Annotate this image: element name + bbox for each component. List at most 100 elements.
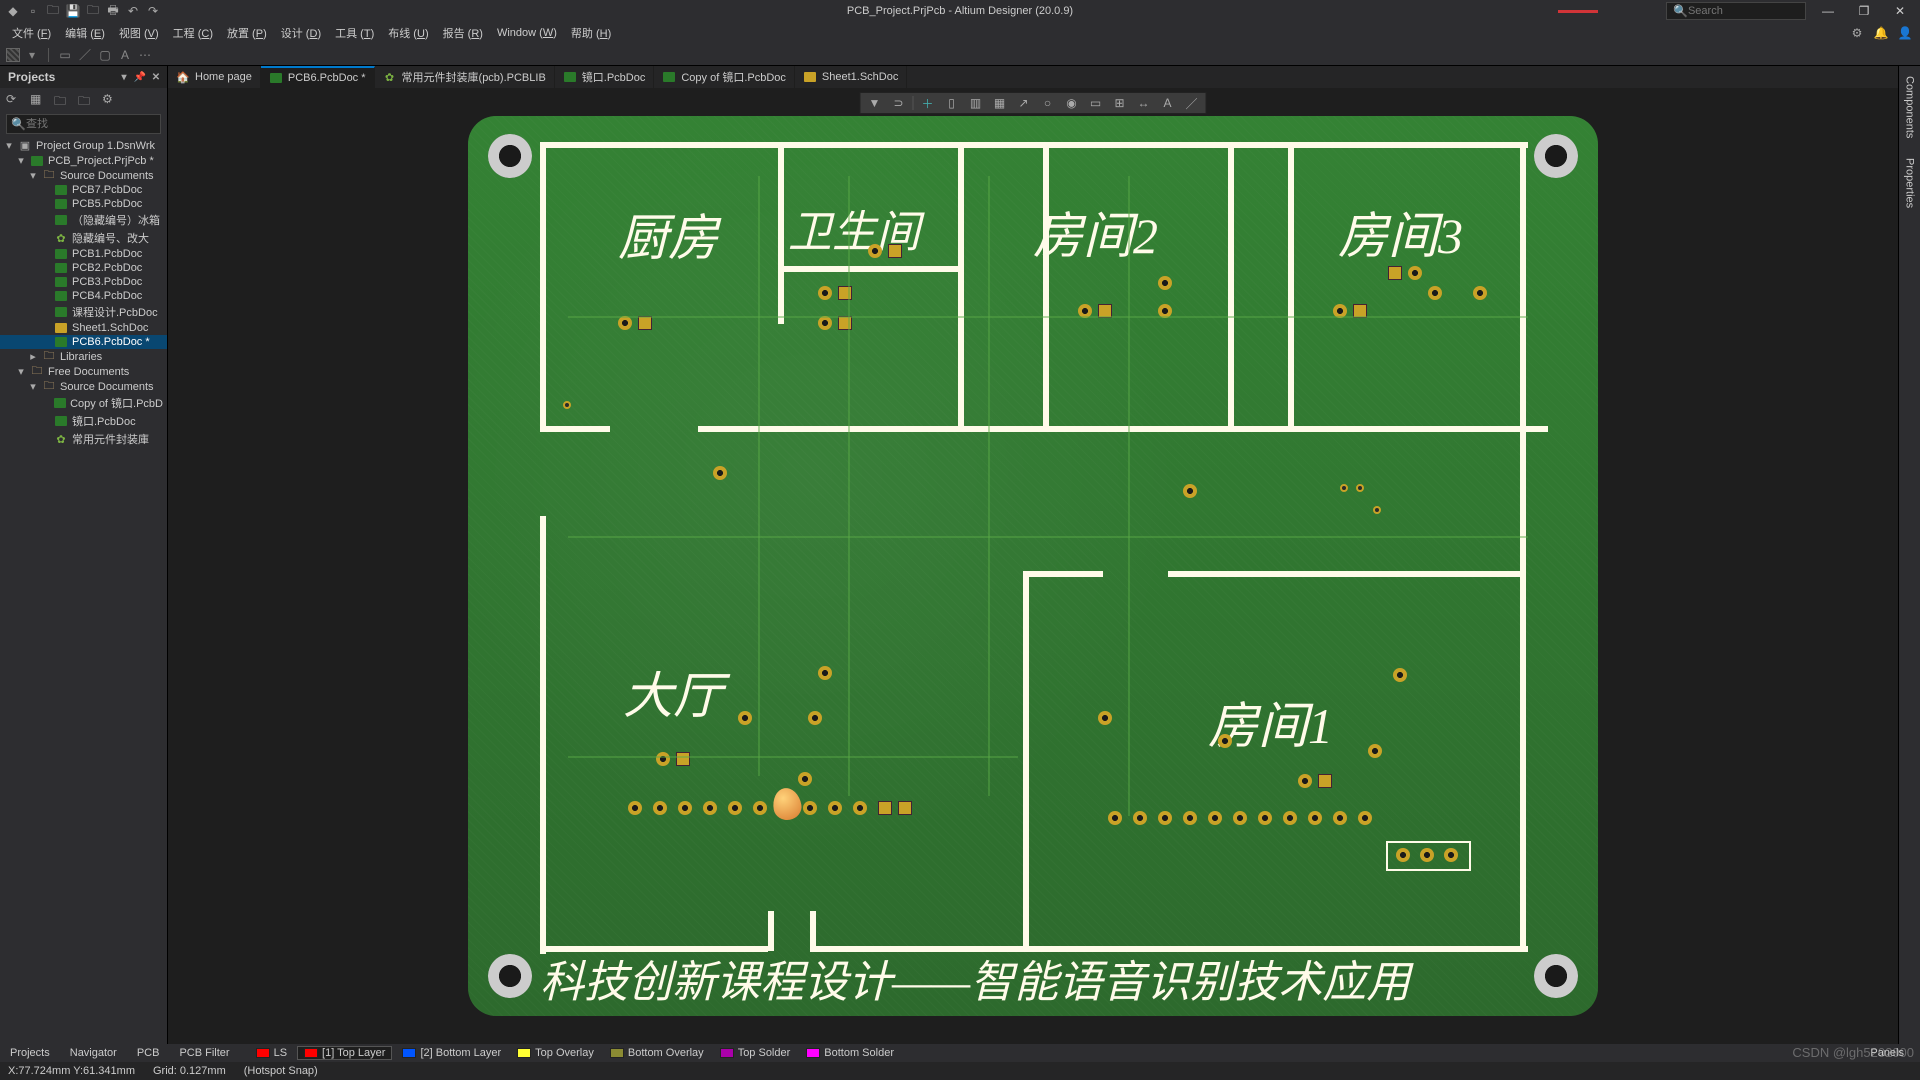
tree-row[interactable]: PCB4.PcbDoc <box>0 289 167 303</box>
menu-design[interactable]: 设计 (D) <box>275 23 327 43</box>
notification-icon[interactable]: 🔔 <box>1874 26 1888 40</box>
tree-row[interactable]: （隐藏编号）冰箱 <box>0 211 167 229</box>
pad-icon[interactable]: ◉ <box>1062 94 1082 112</box>
layer-tab-top[interactable]: [1] Top Layer <box>297 1046 392 1060</box>
menu-file[interactable]: 文件 (F) <box>6 23 57 43</box>
align-v-icon[interactable]: ▥ <box>966 94 986 112</box>
route-icon[interactable]: ↗ <box>1014 94 1034 112</box>
tree-row[interactable]: Copy of 镜口.PcbD <box>0 394 167 412</box>
plus-icon[interactable]: ＋ <box>918 94 938 112</box>
doc-tab[interactable]: 🏠Home page <box>168 66 261 88</box>
projects-tree[interactable]: ▾▣Project Group 1.DsnWrk▾PCB_Project.Prj… <box>0 136 167 1044</box>
settings-icon[interactable]: ⚙ <box>1850 26 1864 40</box>
dropdown-icon[interactable]: ▾ <box>24 47 40 63</box>
layer-tab-bottomoverlay[interactable]: Bottom Overlay <box>604 1047 710 1059</box>
pcb-canvas[interactable]: ▼ ⊃ ＋ ▯ ▥ ▦ ↗ ○ ◉ ▭ ⊞ ↔ A ／ <box>168 88 1898 1044</box>
layer-tab-LS[interactable]: LS <box>250 1047 293 1059</box>
grid-icon[interactable]: ▦ <box>990 94 1010 112</box>
tree-row[interactable]: ▸🗀Libraries <box>0 349 167 364</box>
align-h-icon[interactable]: ▯ <box>942 94 962 112</box>
tool-rect-icon[interactable]: ▢ <box>97 47 113 63</box>
tab-components[interactable]: Components <box>1901 66 1919 148</box>
tree-row[interactable]: ▾PCB_Project.PrjPcb * <box>0 153 167 168</box>
tool-line-icon[interactable]: ／ <box>77 47 93 63</box>
gear-icon[interactable]: ⚙ <box>102 92 118 108</box>
open2-icon[interactable]: 🗀 <box>86 4 100 18</box>
undo-icon[interactable]: ↶ <box>126 4 140 18</box>
panel-close-icon[interactable]: ✕ <box>149 70 163 84</box>
menu-edit[interactable]: 编辑 (E) <box>59 23 111 43</box>
btab-pcbfilter[interactable]: PCB Filter <box>169 1045 239 1061</box>
panel-pin-icon[interactable]: 📌 <box>133 70 147 84</box>
notification-indicator[interactable] <box>1558 10 1598 13</box>
btab-projects[interactable]: Projects <box>0 1045 60 1061</box>
projects-search-input[interactable] <box>26 118 156 130</box>
folder2-icon[interactable]: 🗀 <box>78 92 94 108</box>
layer-tab-topoverlay[interactable]: Top Overlay <box>511 1047 600 1059</box>
menu-report[interactable]: 报告 (R) <box>437 23 489 43</box>
open-icon[interactable]: 🗀 <box>46 4 60 18</box>
tree-row[interactable]: PCB2.PcbDoc <box>0 261 167 275</box>
btab-pcb[interactable]: PCB <box>127 1045 170 1061</box>
tree-row[interactable]: PCB7.PcbDoc <box>0 183 167 197</box>
tool-text-icon[interactable]: A <box>117 47 133 63</box>
doc-tab[interactable]: PCB6.PcbDoc * <box>261 66 375 88</box>
comp-icon[interactable]: ▭ <box>1086 94 1106 112</box>
tool-select-icon[interactable]: ▭ <box>57 47 73 63</box>
user-icon[interactable]: 👤 <box>1898 26 1912 40</box>
tree-row[interactable]: PCB3.PcbDoc <box>0 275 167 289</box>
tree-row[interactable]: Sheet1.SchDoc <box>0 321 167 335</box>
tree-row[interactable]: ▾🗀Source Documents <box>0 168 167 183</box>
pcb-board[interactable]: 厨房 卫生间 房间2 房间3 大厅 房间1 科技创新课程设计——智能语音识别技术… <box>468 116 1598 1016</box>
menu-route[interactable]: 布线 (U) <box>382 23 434 43</box>
doc-tab[interactable]: 镜口.PcbDoc <box>555 66 655 88</box>
tree-row[interactable]: ▾▣Project Group 1.DsnWrk <box>0 138 167 153</box>
menu-place[interactable]: 放置 (P) <box>221 23 273 43</box>
tree-row[interactable]: ▾🗀Source Documents <box>0 379 167 394</box>
panel-menu-icon[interactable]: ▾ <box>117 70 131 84</box>
layer-swatch-icon[interactable] <box>6 48 20 62</box>
print-icon[interactable]: 🖶 <box>106 4 120 18</box>
doc-tab[interactable]: ✿常用元件封装庫(pcb).PCBLIB <box>375 66 555 88</box>
dim-icon[interactable]: ⊞ <box>1110 94 1130 112</box>
global-search[interactable]: 🔍 <box>1666 2 1806 20</box>
net-icon[interactable]: ⊃ <box>889 94 909 112</box>
text-icon[interactable]: A <box>1158 94 1178 112</box>
tree-row[interactable]: ✿常用元件封装庫 <box>0 430 167 448</box>
btab-navigator[interactable]: Navigator <box>60 1045 127 1061</box>
menu-window[interactable]: Window (W) <box>491 25 563 41</box>
menu-tools[interactable]: 工具 (T) <box>329 23 380 43</box>
folder-icon[interactable]: 🗀 <box>54 92 70 108</box>
tree-row[interactable]: 课程设计.PcbDoc <box>0 303 167 321</box>
layer-tab-bottom[interactable]: [2] Bottom Layer <box>396 1047 507 1059</box>
doc-tab[interactable]: Sheet1.SchDoc <box>795 66 907 88</box>
minimize-button[interactable]: — <box>1814 2 1842 20</box>
search-input[interactable] <box>1688 5 1788 17</box>
layer-tab-topsolder[interactable]: Top Solder <box>714 1047 797 1059</box>
save-icon[interactable]: 💾 <box>66 4 80 18</box>
new-icon[interactable]: ▫ <box>26 4 40 18</box>
menu-view[interactable]: 视图 (V) <box>113 23 165 43</box>
menu-help[interactable]: 帮助 (H) <box>565 23 617 43</box>
tree-row[interactable]: PCB5.PcbDoc <box>0 197 167 211</box>
tree-row[interactable]: ✿隐藏编号、改大 <box>0 229 167 247</box>
filter-icon[interactable]: ▼ <box>865 94 885 112</box>
maximize-button[interactable]: ❐ <box>1850 2 1878 20</box>
tree-row[interactable]: PCB6.PcbDoc * <box>0 335 167 349</box>
doc-tab[interactable]: Copy of 镜口.PcbDoc <box>654 66 795 88</box>
tab-properties[interactable]: Properties <box>1901 148 1919 218</box>
measure-icon[interactable]: ↔ <box>1134 94 1154 112</box>
tree-row[interactable]: PCB1.PcbDoc <box>0 247 167 261</box>
refresh-icon[interactable]: ⟳ <box>6 92 22 108</box>
tree-row[interactable]: ▾🗀Free Documents <box>0 364 167 379</box>
layer-tab-bottomsolder[interactable]: Bottom Solder <box>800 1047 900 1059</box>
redo-icon[interactable]: ↷ <box>146 4 160 18</box>
via-icon[interactable]: ○ <box>1038 94 1058 112</box>
canvas-toolbar: ▼ ⊃ ＋ ▯ ▥ ▦ ↗ ○ ◉ ▭ ⊞ ↔ A ／ <box>860 92 1207 114</box>
menu-project[interactable]: 工程 (C) <box>167 23 219 43</box>
line-icon[interactable]: ／ <box>1182 94 1202 112</box>
tree-row[interactable]: 镜口.PcbDoc <box>0 412 167 430</box>
close-button[interactable]: ✕ <box>1886 2 1914 20</box>
tool-more-icon[interactable]: ⋯ <box>137 47 153 63</box>
compile-icon[interactable]: ▦ <box>30 92 46 108</box>
